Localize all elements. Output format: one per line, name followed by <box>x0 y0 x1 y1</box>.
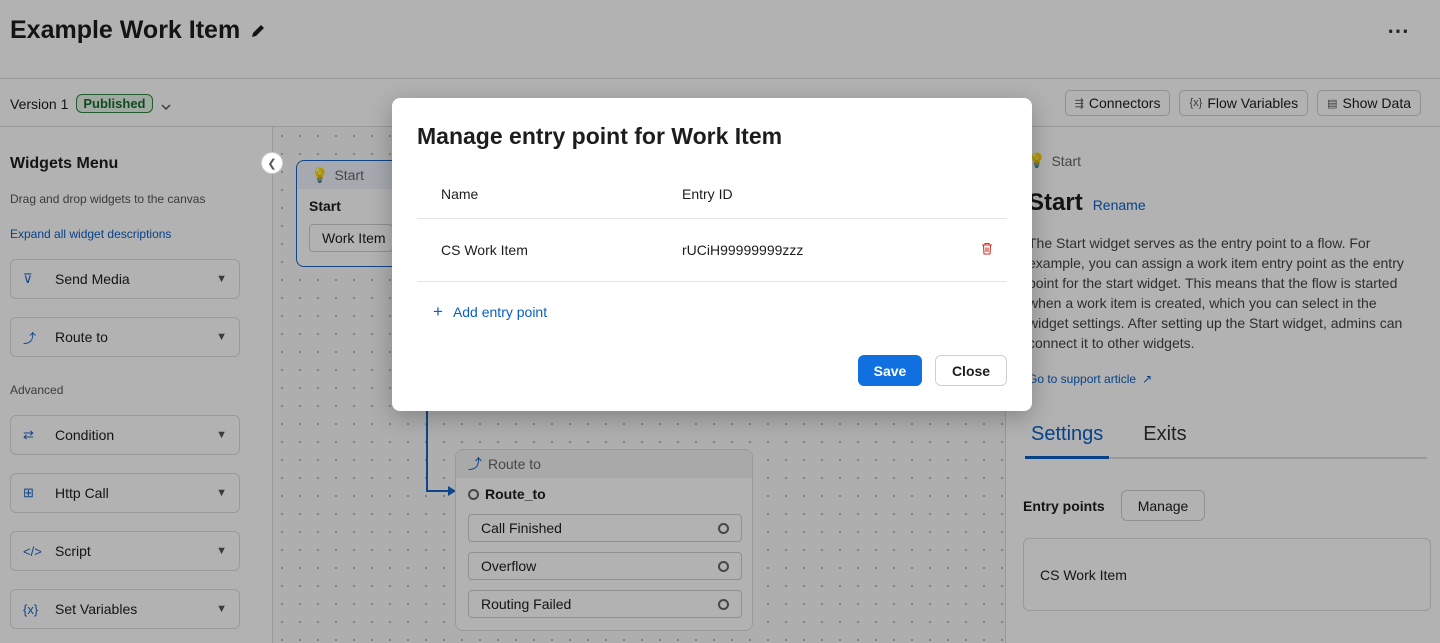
table-header-row: Name Entry ID <box>417 170 1007 219</box>
close-button[interactable]: Close <box>935 355 1007 386</box>
collapse-sidebar-button[interactable]: ❮ <box>261 152 283 174</box>
table-row: CS Work Item rUCiH99999999zzz <box>417 219 1007 282</box>
entry-name-cell: CS Work Item <box>441 242 528 258</box>
column-header-entry-id: Entry ID <box>682 186 733 202</box>
trash-icon <box>981 242 993 258</box>
add-entry-point-button[interactable]: + Add entry point <box>433 302 548 321</box>
dialog-title: Manage entry point for Work Item <box>417 123 783 149</box>
entry-point-table: Name Entry ID CS Work Item rUCiH99999999… <box>417 170 1007 282</box>
plus-icon: + <box>433 302 443 321</box>
delete-entry-button[interactable] <box>967 242 1007 258</box>
entry-id-cell: rUCiH99999999zzz <box>682 242 804 258</box>
save-button[interactable]: Save <box>858 355 922 386</box>
add-entry-label: Add entry point <box>452 304 548 320</box>
column-header-name: Name <box>441 186 479 202</box>
manage-entry-point-dialog: Manage entry point for Work Item Name En… <box>392 98 1032 411</box>
chevron-left-icon: ❮ <box>267 157 277 170</box>
